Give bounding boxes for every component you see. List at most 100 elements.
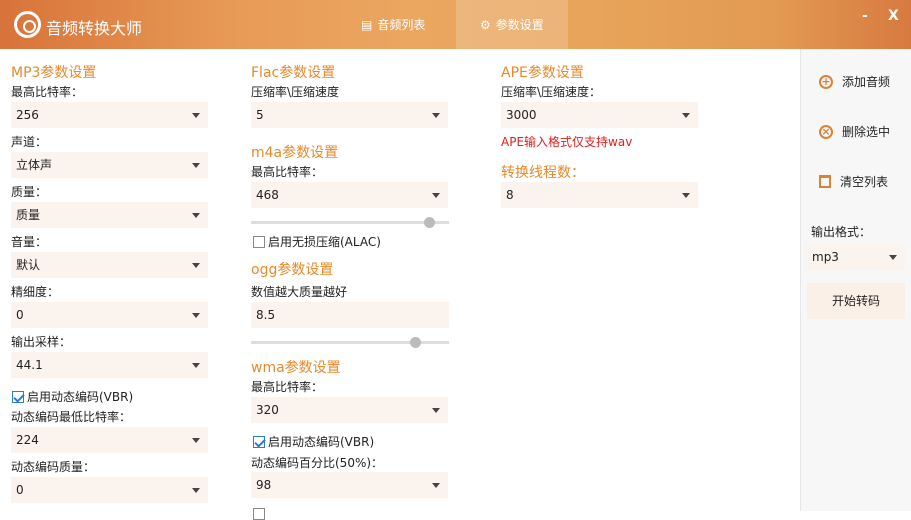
- m4a-alac-checkbox[interactable]: 启用无损压缩(ALAC): [253, 233, 381, 250]
- app-title: 音频转换大师: [46, 19, 143, 38]
- label: 清空列表: [840, 175, 889, 189]
- value: 质量: [16, 208, 41, 222]
- trash-icon: [819, 175, 831, 188]
- chevron-down-icon: [192, 363, 200, 368]
- chevron-down-icon: [432, 113, 440, 118]
- wma-bitrate-select[interactable]: 320: [251, 397, 448, 423]
- label: 启用动态编码(VBR): [27, 390, 134, 404]
- start-convert-button[interactable]: 开始转码: [807, 283, 905, 319]
- chevron-down-icon: [192, 113, 200, 118]
- add-audio-button[interactable]: + 添加音频: [819, 73, 890, 90]
- x-circle-icon: ×: [819, 124, 833, 139]
- mp3-vbr-checkbox[interactable]: 启用动态编码(VBR): [12, 388, 133, 405]
- ape-note: APE输入格式仅支持wav: [501, 135, 633, 149]
- tab-settings[interactable]: ⚙ 参数设置: [456, 0, 568, 49]
- clear-list-button[interactable]: 清空列表: [819, 173, 888, 190]
- mp3-bitrate-select[interactable]: 256: [11, 102, 208, 128]
- mp3-vbr-min-select[interactable]: 224: [11, 427, 208, 453]
- ape-title: APE参数设置: [501, 65, 584, 81]
- wma-vbr-pct-label: 动态编码百分比(50%)：: [251, 456, 384, 470]
- threads-title: 转换线程数：: [501, 165, 585, 181]
- label: 添加音频: [842, 75, 891, 89]
- title-bar: 音频转换大师 ▤ 音频列表 ⚙ 参数设置 - X: [0, 0, 911, 49]
- mp3-channel-select[interactable]: 立体声: [11, 152, 208, 178]
- chevron-down-icon: [889, 255, 897, 260]
- mp3-bitrate-label: 最高比特率：: [11, 85, 84, 99]
- threads-select[interactable]: 8: [501, 182, 698, 208]
- slider-thumb[interactable]: [424, 217, 436, 228]
- chevron-down-icon: [432, 483, 440, 488]
- label: 启用动态编码(VBR): [268, 435, 375, 449]
- chevron-down-icon: [432, 408, 440, 413]
- mp3-volume-select[interactable]: 默认: [11, 252, 208, 278]
- gear-icon: ⚙: [480, 17, 491, 32]
- wma-bitrate-label: 最高比特率：: [251, 380, 324, 394]
- label: 启用无损压缩(ALAC): [268, 235, 381, 249]
- tab-label: 音频列表: [377, 18, 426, 32]
- ogg-quality-input[interactable]: 8.5: [251, 302, 449, 328]
- tab-audio-list[interactable]: ▤ 音频列表: [337, 0, 449, 49]
- chevron-down-icon: [192, 263, 200, 268]
- mp3-vbr-quality-select[interactable]: 0: [11, 477, 208, 503]
- ogg-slider[interactable]: [251, 337, 449, 348]
- flac-label: 压缩率\压缩速度: [251, 85, 340, 99]
- ape-select[interactable]: 3000: [501, 102, 698, 128]
- value: 默认: [16, 258, 41, 272]
- m4a-bitrate-select[interactable]: 468: [251, 182, 448, 208]
- value: mp3: [812, 250, 839, 264]
- wma-extra-checkbox[interactable]: [253, 508, 265, 520]
- mp3-quality-label: 质量：: [11, 185, 48, 199]
- list-icon: ▤: [361, 17, 373, 32]
- value: 0: [16, 308, 24, 322]
- mp3-vbr-quality-label: 动态编码质量：: [11, 460, 96, 474]
- value: 224: [16, 433, 39, 447]
- ogg-label: 数值越大质量越好: [251, 285, 348, 299]
- value: 320: [256, 403, 279, 417]
- value: 5: [256, 108, 264, 122]
- chevron-down-icon: [682, 193, 690, 198]
- value: 256: [16, 108, 39, 122]
- mp3-vbr-min-label: 动态编码最低比特率：: [11, 410, 132, 424]
- close-button[interactable]: X: [888, 8, 899, 24]
- chevron-down-icon: [432, 193, 440, 198]
- flac-select[interactable]: 5: [251, 102, 448, 128]
- wma-vbr-checkbox[interactable]: 启用动态编码(VBR): [253, 433, 374, 450]
- mp3-sample-select[interactable]: 44.1: [11, 352, 208, 378]
- chevron-down-icon: [192, 213, 200, 218]
- checkbox-icon: [253, 508, 265, 520]
- slider-thumb[interactable]: [410, 337, 422, 348]
- minimize-button[interactable]: -: [862, 8, 868, 24]
- label: 删除选中: [842, 125, 891, 139]
- action-panel: + 添加音频 × 删除选中 清空列表 输出格式： mp3 开始转码: [800, 49, 911, 511]
- mp3-sample-label: 输出采样：: [11, 335, 72, 349]
- value: 3000: [506, 108, 537, 122]
- mp3-channel-label: 声道：: [11, 135, 48, 149]
- disc-logo-icon: [14, 11, 41, 38]
- mp3-quality-select[interactable]: 质量: [11, 202, 208, 228]
- value: 立体声: [16, 158, 53, 172]
- wma-title: wma参数设置: [251, 360, 341, 376]
- m4a-title: m4a参数设置: [251, 145, 339, 161]
- ogg-title: ogg参数设置: [251, 262, 334, 278]
- value: 8.5: [256, 308, 276, 322]
- chevron-down-icon: [192, 313, 200, 318]
- m4a-slider[interactable]: [251, 217, 449, 228]
- checkbox-icon: [253, 435, 265, 448]
- value: 98: [256, 478, 272, 492]
- m4a-bitrate-label: 最高比特率：: [251, 165, 324, 179]
- format-label: 输出格式：: [811, 225, 872, 239]
- chevron-down-icon: [192, 438, 200, 443]
- mp3-precision-label: 精细度：: [11, 285, 60, 299]
- value: 468: [256, 188, 279, 202]
- wma-vbr-pct-select[interactable]: 98: [251, 472, 448, 498]
- remove-selected-button[interactable]: × 删除选中: [819, 123, 890, 140]
- tab-label: 参数设置: [495, 18, 544, 32]
- format-select[interactable]: mp3: [807, 244, 905, 270]
- flac-title: Flac参数设置: [251, 65, 336, 81]
- mp3-precision-select[interactable]: 0: [11, 302, 208, 328]
- ape-label: 压缩率\压缩速度：: [501, 85, 602, 99]
- mp3-volume-label: 音量：: [11, 235, 48, 249]
- chevron-down-icon: [682, 113, 690, 118]
- checkbox-icon: [12, 390, 24, 403]
- value: 8: [506, 188, 514, 202]
